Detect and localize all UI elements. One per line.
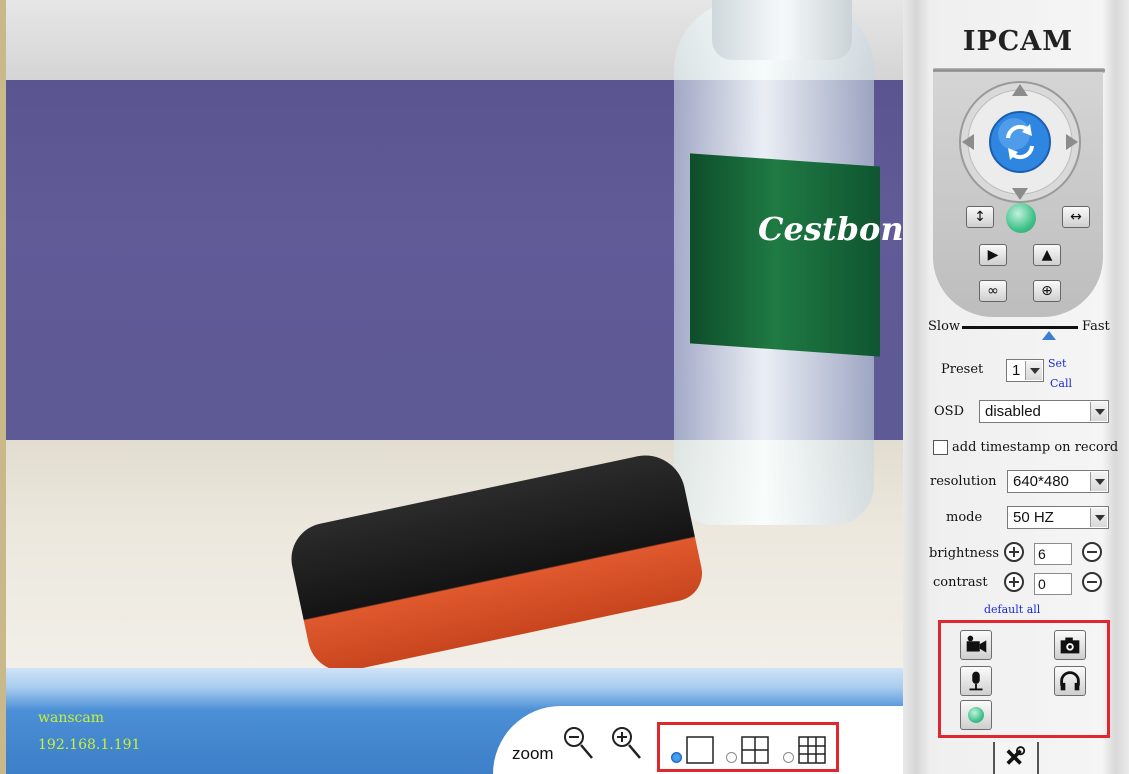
zoom-in-icon[interactable] [610, 724, 644, 764]
mode-label: mode [946, 510, 983, 525]
speed-fast-label: Fast [1082, 319, 1110, 334]
osd-label: OSD [934, 404, 964, 419]
video-feed: Cestbon [0, 0, 903, 668]
snapshot-icon[interactable] [1054, 630, 1086, 660]
camera-ip: 192.168.1.191 [38, 737, 141, 753]
chevron-down-icon [1090, 472, 1107, 491]
contrast-label: contrast [933, 575, 988, 590]
default-all-link[interactable]: default all [984, 603, 1040, 616]
contrast-field[interactable]: 0 [1034, 573, 1072, 595]
brightness-field[interactable]: 6 [1034, 543, 1072, 565]
horizontal-patrol-button[interactable]: ↔ [1062, 206, 1090, 228]
brightness-label: brightness [929, 546, 1000, 561]
resolution-select-value: 640*480 [1013, 473, 1069, 490]
chevron-down-icon [1090, 402, 1107, 421]
nine-view-icon[interactable] [798, 736, 826, 764]
vertical-patrol-button[interactable]: ↕ [966, 206, 994, 228]
brightness-increase-icon[interactable] [1004, 542, 1024, 562]
talk-icon[interactable] [960, 666, 992, 696]
zoom-label: zoom [512, 744, 554, 763]
speed-slow-label: Slow [928, 319, 961, 334]
preset-call-link[interactable]: Call [1050, 377, 1072, 390]
timestamp-checkbox[interactable] [933, 440, 948, 455]
osd-select-value: disabled [985, 403, 1041, 420]
center-status-led[interactable] [1006, 203, 1036, 233]
settings-button[interactable] [993, 742, 1039, 774]
flip-vertical-button[interactable]: ▲ [1033, 244, 1061, 266]
audio-status-button[interactable] [960, 700, 992, 730]
single-view-icon[interactable] [686, 736, 714, 764]
camera-name: wanscam [38, 710, 104, 726]
speed-slider-thumb[interactable] [1042, 331, 1056, 340]
contrast-decrease-icon[interactable] [1082, 572, 1102, 592]
single-view-radio[interactable] [671, 752, 682, 763]
resolution-label: resolution [930, 474, 997, 489]
quad-view-radio[interactable] [726, 752, 737, 763]
video-bottle-label [690, 153, 880, 357]
osd-select[interactable]: disabled [979, 400, 1109, 423]
ptz-direction-pad[interactable] [958, 80, 1082, 204]
mode-select-value: 50 HZ [1013, 509, 1054, 526]
resolution-select[interactable]: 640*480 [1007, 470, 1109, 493]
io-off-button[interactable]: ∞ [979, 280, 1007, 302]
contrast-increase-icon[interactable] [1004, 572, 1024, 592]
flip-horizontal-button[interactable]: ▶ [979, 244, 1007, 266]
preset-select[interactable]: 1 [1006, 359, 1044, 382]
preset-label: Preset [941, 362, 984, 377]
panel-title: IPCAM [962, 26, 1074, 57]
chevron-down-icon [1090, 508, 1107, 527]
bottle-label-text: Cestbon [758, 210, 903, 248]
listen-icon[interactable] [1054, 666, 1086, 696]
chevron-down-icon [1025, 361, 1042, 380]
zoom-out-icon[interactable] [562, 724, 596, 764]
quad-view-icon[interactable] [741, 736, 769, 764]
speed-slider-track[interactable] [962, 326, 1078, 329]
brightness-decrease-icon[interactable] [1082, 542, 1102, 562]
record-icon[interactable] [960, 630, 992, 660]
timestamp-label: add timestamp on record [952, 440, 1119, 455]
nine-view-radio[interactable] [783, 752, 794, 763]
preset-set-link[interactable]: Set [1048, 357, 1066, 370]
settings-icon [1006, 746, 1026, 765]
mode-select[interactable]: 50 HZ [1007, 506, 1109, 529]
audio-status-led [968, 707, 984, 723]
preset-select-value: 1 [1012, 362, 1021, 379]
io-on-button[interactable]: ⊕ [1033, 280, 1061, 302]
video-bottle-neck [712, 0, 852, 60]
